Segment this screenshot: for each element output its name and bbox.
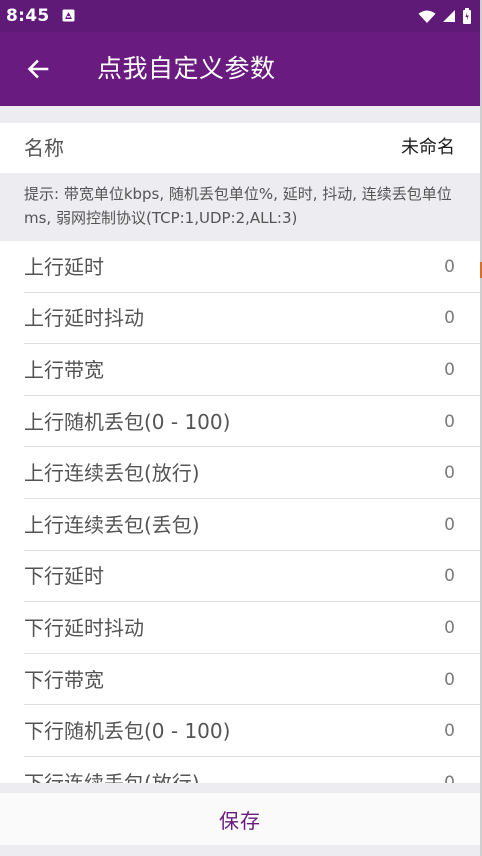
param-row-downlink-delay[interactable]: 下行延时 0 [0,550,480,603]
app-bar: 点我自定义参数 [0,32,482,106]
param-label: 上行延时 [24,254,104,279]
arrow-left-icon [27,59,49,79]
param-value: 0 [444,359,455,380]
name-row[interactable]: 名称 未命名 [0,123,480,173]
param-value: 0 [444,669,455,690]
param-row-downlink-random-loss[interactable]: 下行随机丢包(0 - 100) 0 [0,705,480,757]
status-time: 8:45 [6,6,50,26]
page-title: 点我自定义参数 [97,54,276,83]
param-value: 0 [444,514,455,535]
param-value: 0 [444,721,455,742]
param-row-downlink-bandwidth[interactable]: 下行带宽 0 [0,653,480,706]
param-row-downlink-delay-jitter[interactable]: 下行延时抖动 0 [0,602,480,654]
param-row-uplink-burst-drop[interactable]: 上行连续丢包(丢包) 0 [0,498,480,551]
param-value: 0 [444,617,455,638]
back-button[interactable] [17,48,59,90]
status-bar: 8:45 [0,0,482,32]
param-value: 0 [444,463,455,484]
status-icons [418,8,472,24]
signal-icon [443,10,455,22]
list-top-gap [0,106,480,123]
param-label: 上行带宽 [24,357,104,382]
units-tip: 提示: 带宽单位kbps, 随机丢包单位%, 延时, 抖动, 连续丢包单位ms,… [0,173,480,241]
name-label: 名称 [24,136,64,160]
param-value: 0 [444,772,455,783]
param-label: 下行带宽 [24,667,104,692]
param-row-uplink-bandwidth[interactable]: 上行带宽 0 [0,344,480,396]
wifi-icon [418,10,436,23]
settings-screen: 8:45 点我自定义参数 名称 未命名 提示: 带宽单位kbps, 随机丢包单位… [0,0,482,856]
param-label: 下行随机丢包(0 - 100) [24,719,231,744]
notification-a-icon [62,9,75,22]
param-row-uplink-delay[interactable]: 上行延时 0 [0,241,480,293]
parameters-list[interactable]: 名称 未命名 提示: 带宽单位kbps, 随机丢包单位%, 延时, 抖动, 连续… [0,106,480,783]
param-row-uplink-delay-jitter[interactable]: 上行延时抖动 0 [0,292,480,345]
param-row-downlink-burst-pass[interactable]: 下行连续丢包(放行) 0 [0,756,480,783]
param-value: 0 [444,411,455,432]
bottom-action-area: 保存 [0,783,480,856]
param-label: 上行延时抖动 [24,306,144,331]
param-row-uplink-random-loss[interactable]: 上行随机丢包(0 - 100) 0 [0,395,480,448]
param-label: 下行连续丢包(放行) [24,770,200,783]
battery-icon [463,8,471,24]
param-label: 上行连续丢包(放行) [24,461,200,486]
param-label: 下行延时抖动 [24,615,144,640]
param-label: 下行延时 [24,564,104,589]
param-value: 0 [444,256,455,277]
param-row-uplink-burst-pass[interactable]: 上行连续丢包(放行) 0 [0,447,480,499]
param-value: 0 [444,308,455,329]
name-value: 未命名 [401,137,455,158]
save-button[interactable]: 保存 [0,793,480,845]
param-value: 0 [444,566,455,587]
param-label: 上行随机丢包(0 - 100) [24,409,231,434]
param-label: 上行连续丢包(丢包) [24,512,200,537]
